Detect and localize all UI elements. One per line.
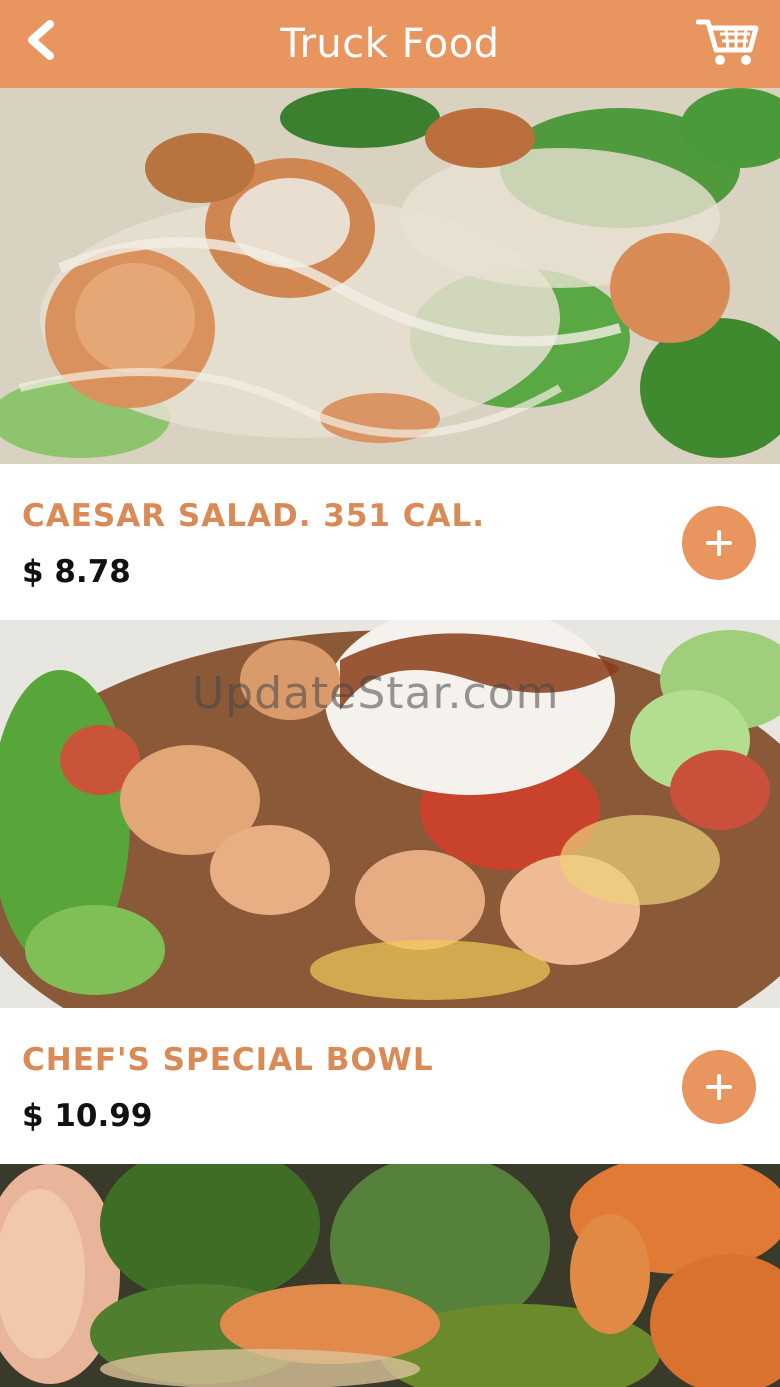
chevron-left-icon — [28, 20, 54, 60]
item-price: $ 10.99 — [22, 1098, 153, 1134]
add-to-cart-button[interactable] — [682, 1050, 756, 1124]
back-button[interactable] — [20, 18, 64, 66]
broccoli-carrot-rice-bowl-photo[interactable] — [0, 1164, 780, 1387]
app-header: Truck Food — [0, 0, 780, 88]
menu-item-caesar-salad[interactable]: CAESAR SALAD. 351 CAL. $ 8.78 — [0, 464, 780, 620]
item-price: $ 8.78 — [22, 554, 131, 590]
page-title: Truck Food — [280, 21, 500, 67]
add-to-cart-button[interactable] — [682, 506, 756, 580]
shopping-cart-icon — [695, 19, 759, 65]
plus-icon — [706, 530, 732, 556]
cart-button[interactable] — [695, 16, 760, 68]
item-name: CAESAR SALAD. 351 CAL. — [22, 498, 486, 534]
plus-icon — [706, 1074, 732, 1100]
caesar-salad-with-shrimp-photo[interactable] — [0, 88, 780, 464]
menu-item-chefs-special-bowl[interactable]: CHEF'S SPECIAL BOWL $ 10.99 — [0, 1008, 780, 1164]
item-name: CHEF'S SPECIAL BOWL — [22, 1042, 434, 1078]
shrimp-taco-bowl-photo[interactable] — [0, 620, 780, 1008]
